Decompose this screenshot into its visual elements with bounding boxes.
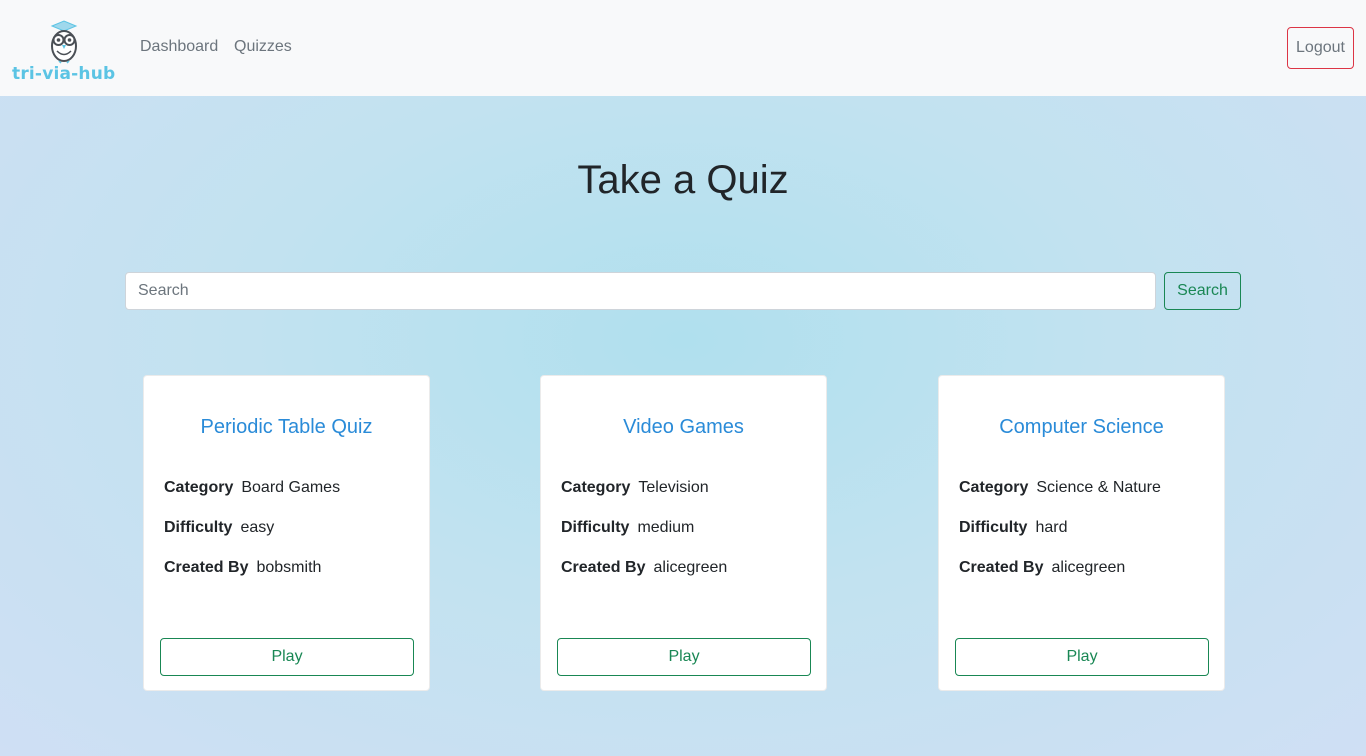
difficulty-label: Difficulty xyxy=(561,519,630,536)
difficulty-label: Difficulty xyxy=(959,519,1028,536)
search-button[interactable]: Search xyxy=(1164,272,1241,310)
difficulty-label: Difficulty xyxy=(164,519,233,536)
category-label: Category xyxy=(959,479,1029,496)
category-value: Television xyxy=(638,479,709,496)
quiz-card: Computer Science Category Science & Natur… xyxy=(938,375,1225,691)
quiz-difficulty: Difficulty easy xyxy=(164,519,274,537)
category-label: Category xyxy=(164,479,234,496)
quiz-difficulty: Difficulty medium xyxy=(561,519,694,537)
category-label: Category xyxy=(561,479,631,496)
quiz-difficulty: Difficulty hard xyxy=(959,519,1067,537)
search-input[interactable] xyxy=(125,272,1156,310)
quiz-card: Periodic Table Quiz Category Board Games … xyxy=(143,375,430,691)
page-title: Take a Quiz xyxy=(577,158,789,202)
quiz-category: Category Television xyxy=(561,479,709,497)
quiz-title[interactable]: Computer Science xyxy=(939,416,1224,439)
quiz-title[interactable]: Periodic Table Quiz xyxy=(144,416,429,439)
category-value: Board Games xyxy=(241,479,341,496)
created-by-label: Created By xyxy=(164,559,249,576)
difficulty-value: easy xyxy=(240,519,275,536)
quiz-author: Created By bobsmith xyxy=(164,559,321,577)
quiz-author: Created By alicegreen xyxy=(959,559,1125,577)
owl-logo-icon xyxy=(50,20,78,64)
logout-button[interactable]: Logout xyxy=(1287,27,1354,69)
quiz-category: Category Science & Nature xyxy=(959,479,1161,497)
quiz-author: Created By alicegreen xyxy=(561,559,727,577)
created-by-value: alicegreen xyxy=(653,559,728,576)
quiz-card: Video Games Category Television Difficult… xyxy=(540,375,827,691)
navbar: tri-via-hub Dashboard Quizzes Logout xyxy=(0,0,1366,96)
brand-name: tri-via-hub xyxy=(12,64,116,84)
nav-link-quizzes[interactable]: Quizzes xyxy=(234,38,292,56)
created-by-label: Created By xyxy=(959,559,1044,576)
brand-logo[interactable]: tri-via-hub xyxy=(10,20,120,86)
quiz-title[interactable]: Video Games xyxy=(541,416,826,439)
created-by-value: bobsmith xyxy=(256,559,322,576)
category-value: Science & Nature xyxy=(1036,479,1161,496)
difficulty-value: medium xyxy=(637,519,695,536)
play-button[interactable]: Play xyxy=(557,638,811,676)
play-button[interactable]: Play xyxy=(955,638,1209,676)
play-button[interactable]: Play xyxy=(160,638,414,676)
quiz-category: Category Board Games xyxy=(164,479,340,497)
created-by-value: alicegreen xyxy=(1051,559,1126,576)
created-by-label: Created By xyxy=(561,559,646,576)
nav-link-dashboard[interactable]: Dashboard xyxy=(140,38,218,56)
difficulty-value: hard xyxy=(1035,519,1068,536)
